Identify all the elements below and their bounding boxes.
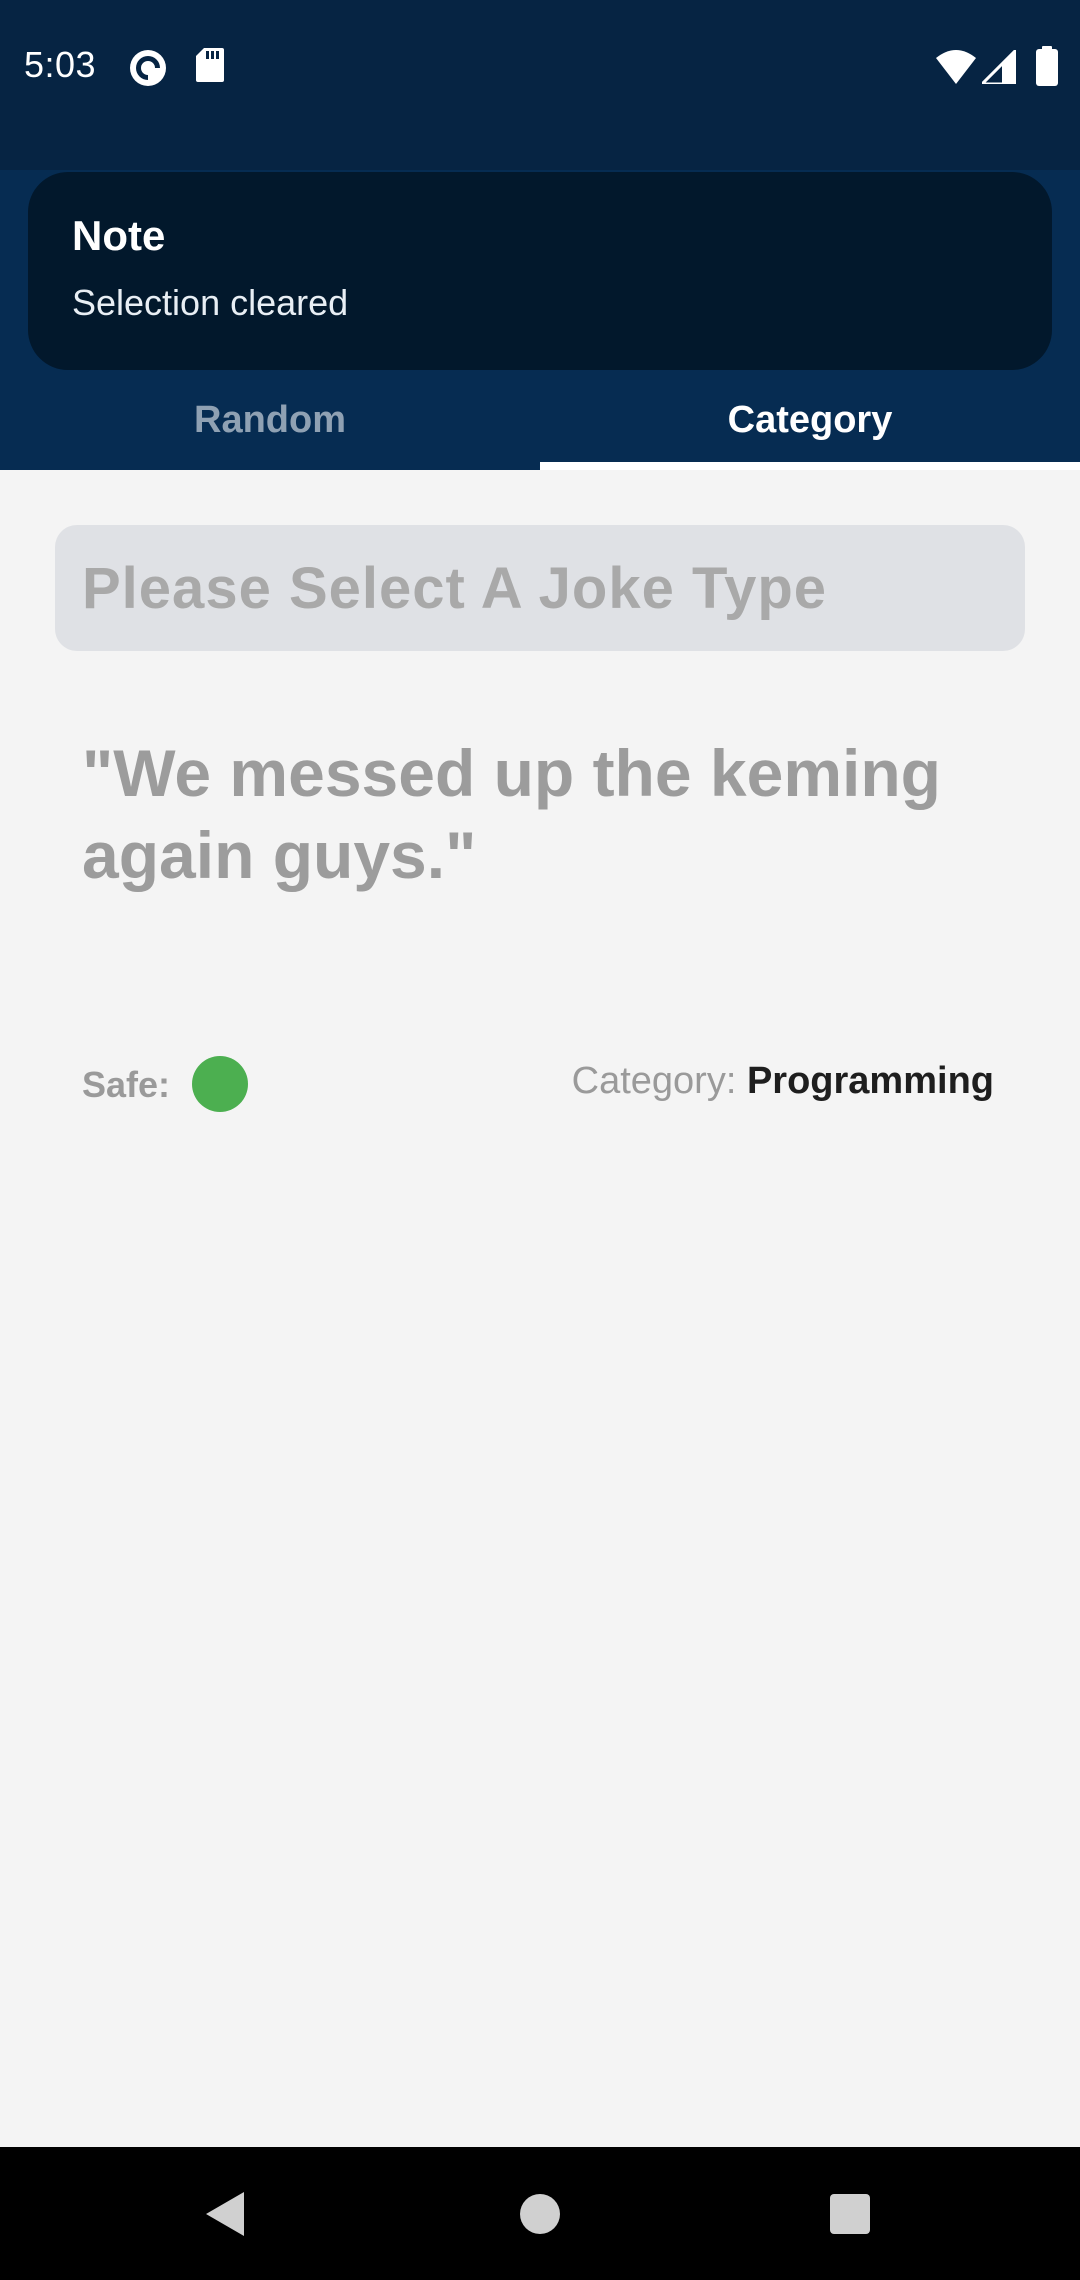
joke-meta: Safe: Category: Programming	[82, 1050, 1002, 1120]
joke-type-placeholder: Please Select A Joke Type	[82, 555, 828, 621]
note-snackbar[interactable]: Note Selection cleared	[28, 172, 1052, 370]
category-info: Category: Programming	[572, 1060, 994, 1103]
joke-text: "We messed up the keming again guys."	[82, 736, 941, 892]
sd-card-icon	[196, 48, 224, 87]
safe-indicator-icon	[192, 1056, 248, 1112]
snackbar-message: Selection cleared	[72, 282, 349, 323]
cellular-signal-icon	[978, 46, 1018, 89]
joke-type-selector[interactable]: Please Select A Joke Type	[55, 525, 1025, 651]
recents-icon	[830, 2193, 870, 2234]
pocket-casts-icon	[128, 48, 168, 93]
back-button[interactable]	[146, 2147, 306, 2280]
home-button[interactable]	[460, 2147, 620, 2280]
back-icon	[206, 2191, 244, 2236]
home-icon	[520, 2193, 560, 2234]
status-time: 5:03	[24, 44, 97, 85]
snackbar-title: Note	[72, 212, 166, 259]
category-value: Programming	[746, 1060, 994, 1102]
tab-random-label: Random	[194, 398, 346, 441]
tab-category-label: Category	[727, 398, 893, 441]
system-nav-bar	[0, 2147, 1080, 2280]
category-label: Category:	[571, 1060, 737, 1102]
battery-icon	[1036, 46, 1058, 91]
main-content: Please Select A Joke Type "We messed up …	[0, 470, 1080, 2147]
status-bar: 5:03	[0, 0, 1080, 170]
safe-label: Safe:	[82, 1064, 171, 1105]
wifi-icon	[936, 50, 976, 89]
recents-button[interactable]	[770, 2147, 930, 2280]
